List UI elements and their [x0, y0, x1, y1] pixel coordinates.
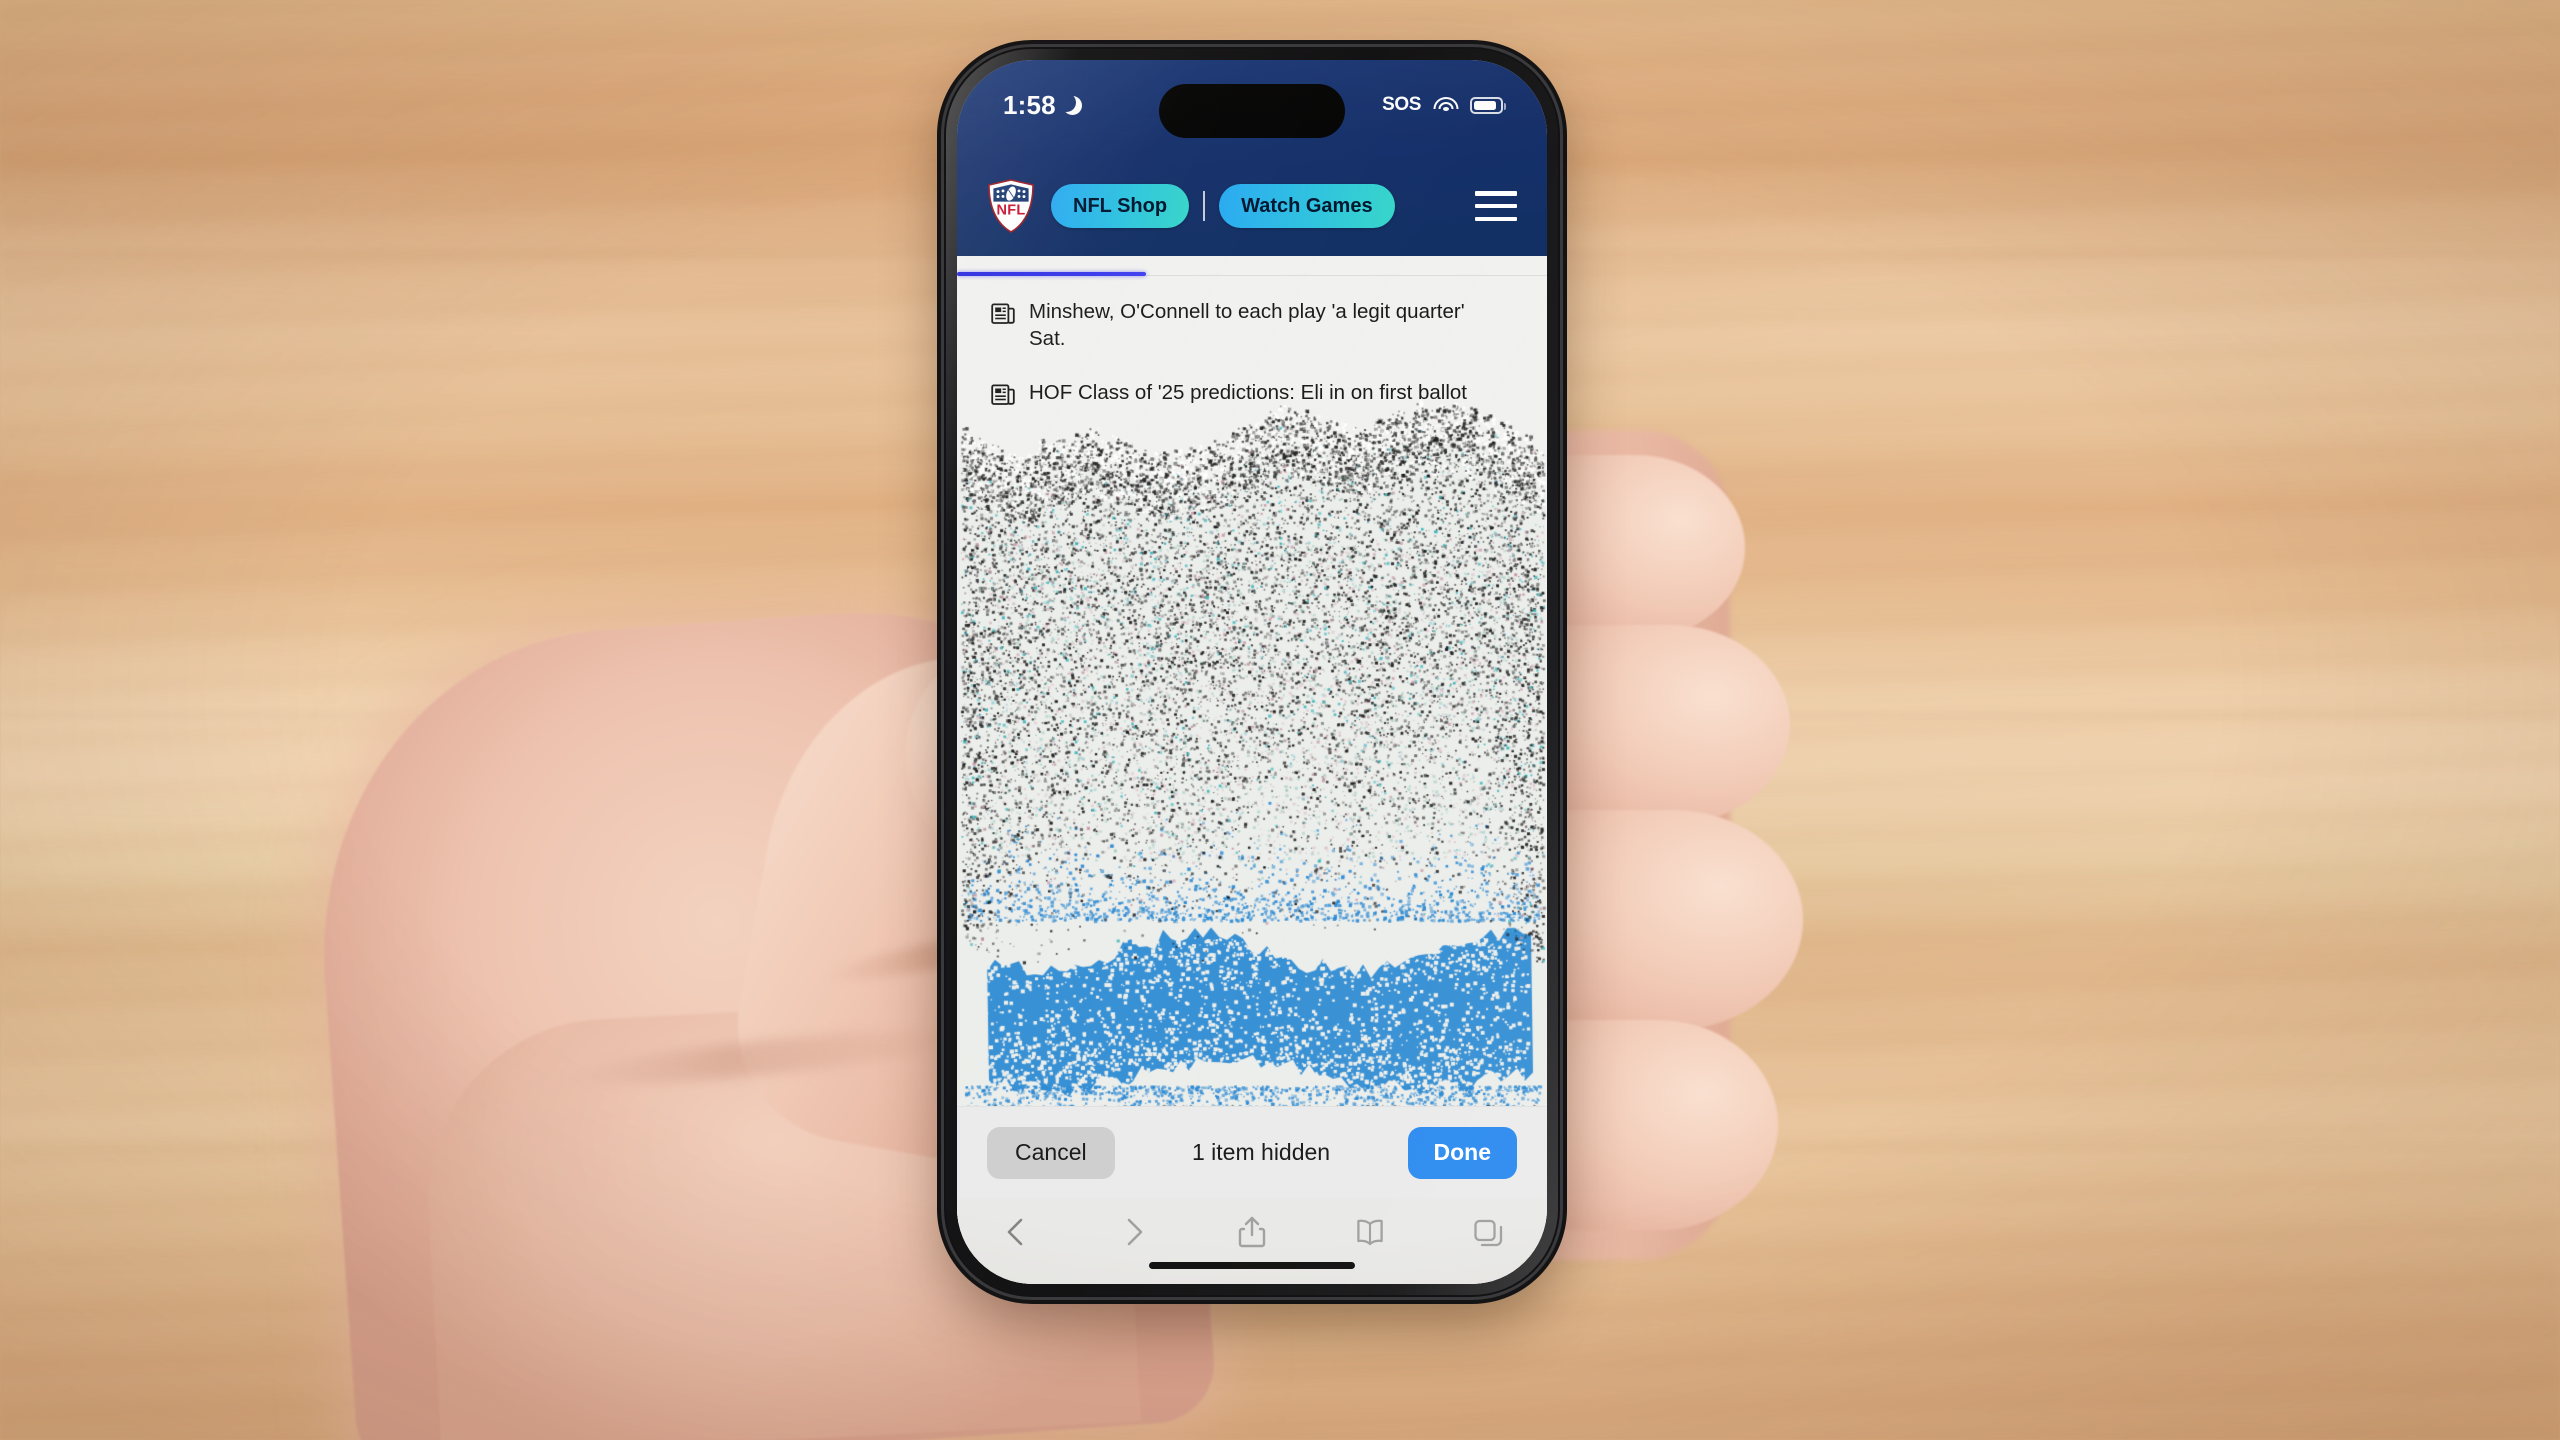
status-bar: 1:58 SOS: [957, 82, 1547, 128]
site-header: 1:58 SOS NFL NFL Shop Watch Games: [957, 60, 1547, 256]
home-indicator: [1149, 1262, 1355, 1269]
finger-middle: [1530, 625, 1790, 825]
status-clock: 1:58: [1003, 90, 1056, 121]
iphone-device: 1:58 SOS NFL NFL Shop Watch Games Minshe…: [944, 47, 1560, 1297]
news-headline[interactable]: Minshew, O'Connell to each play 'a legit…: [1029, 298, 1499, 353]
page-load-progress-track: [957, 266, 1547, 276]
wifi-icon: [1433, 96, 1458, 114]
hamburger-menu-icon[interactable]: [1475, 191, 1517, 221]
tabs-icon[interactable]: [1471, 1214, 1505, 1250]
crescent-moon-icon: [1063, 96, 1082, 115]
hide-item-action-bar: Cancel 1 item hidden Done: [957, 1106, 1547, 1198]
finger-index: [1530, 455, 1745, 640]
finger-ring: [1528, 810, 1803, 1030]
sos-label: SOS: [1382, 94, 1421, 116]
article-icon: [991, 301, 1015, 327]
list-item[interactable]: HOF Class of '25 predictions: Eli in on …: [957, 379, 1547, 408]
done-button[interactable]: Done: [1408, 1127, 1518, 1179]
status-left: 1:58: [1003, 90, 1082, 121]
chevron-right-icon[interactable]: [1117, 1214, 1151, 1250]
finger-pinky: [1528, 1020, 1778, 1230]
nfl-shop-button[interactable]: NFL Shop: [1051, 184, 1189, 228]
article-icon: [991, 382, 1015, 408]
site-nav-bar: NFL NFL Shop Watch Games: [957, 156, 1547, 256]
cancel-button[interactable]: Cancel: [987, 1127, 1115, 1179]
phone-screen[interactable]: 1:58 SOS NFL NFL Shop Watch Games Minshe…: [957, 60, 1547, 1284]
svg-text:NFL: NFL: [996, 203, 1025, 219]
watch-games-button[interactable]: Watch Games: [1219, 184, 1395, 228]
header-divider: [1203, 191, 1205, 221]
battery-icon: [1470, 97, 1503, 114]
chevron-left-icon[interactable]: [999, 1214, 1033, 1250]
news-headline[interactable]: HOF Class of '25 predictions: Eli in on …: [1029, 379, 1467, 408]
safari-toolbar: [957, 1198, 1547, 1284]
status-right: SOS: [1382, 94, 1503, 116]
hidden-item-count: 1 item hidden: [1115, 1139, 1408, 1166]
page-load-progress-bar: [957, 272, 1146, 276]
nfl-shield-logo[interactable]: NFL: [985, 178, 1037, 234]
list-item[interactable]: Minshew, O'Connell to each play 'a legit…: [957, 298, 1547, 353]
book-icon[interactable]: [1353, 1214, 1387, 1250]
share-icon[interactable]: [1235, 1214, 1269, 1250]
